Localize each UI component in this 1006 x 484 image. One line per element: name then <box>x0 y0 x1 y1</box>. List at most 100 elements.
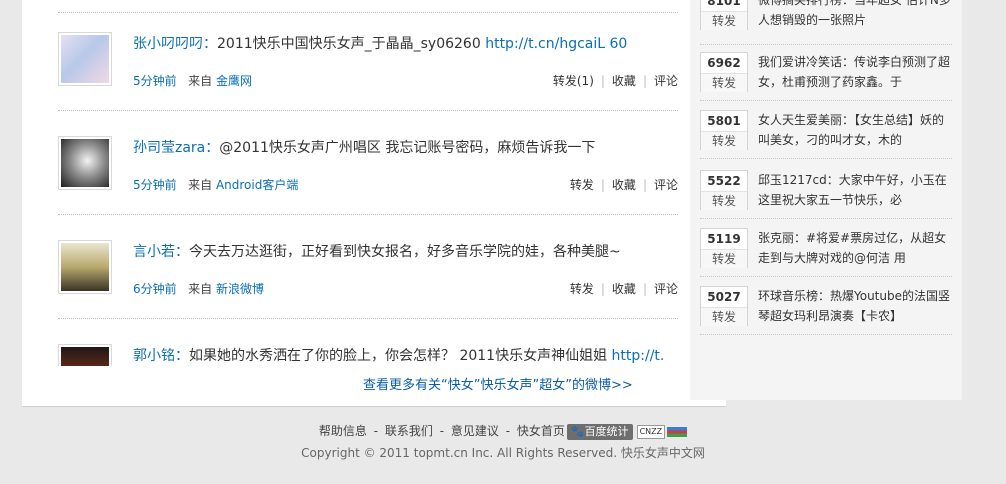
ranking-text[interactable]: 女人天生爱美丽：【女生总结】妖的叫美女，刁的叫才女，木的 <box>758 110 952 150</box>
footer-separator: - <box>501 424 514 438</box>
post-from-label: 来自 <box>188 282 213 296</box>
baidu-stats-badge[interactable]: 🐾百度统计 <box>566 423 633 440</box>
divider <box>700 44 952 45</box>
post-source[interactable]: 金鹰网 <box>216 74 252 88</box>
post-text: 郭小铭：如果她的水秀洒在了你的脸上，你会怎样？ 2011快乐女声神仙姐姐 htt… <box>133 346 678 366</box>
feed-post: 孙司莹zara：@2011快乐女声广州唱区 我忘记账号密码，麻烦告诉我一下 5分… <box>58 136 678 236</box>
divider <box>700 218 952 219</box>
post-body: 如果她的水秀洒在了你的脸上，你会怎样？ 2011快乐女声神仙姐姐 <box>189 348 612 364</box>
copyright-text: Copyright © 2011 topmt.cn Inc. All Right… <box>301 446 705 460</box>
footer-separator: - <box>369 424 382 438</box>
user-avatar[interactable] <box>58 136 112 190</box>
post-from-label: 来自 <box>188 178 213 192</box>
post-source[interactable]: 新浪微博 <box>216 282 264 296</box>
footer-link-help[interactable]: 帮助信息 <box>319 424 367 438</box>
post-username[interactable]: 郭小铭： <box>133 348 189 364</box>
ranking-text[interactable]: 我们爱讲冷笑话：传说李白预测了超女，杜甫预测了药家鑫。于 <box>758 52 952 92</box>
user-avatar[interactable] <box>58 32 112 86</box>
repost-button[interactable]: 转发 <box>570 178 594 192</box>
post-time[interactable]: 5分钟前 <box>133 178 177 192</box>
footer-link-contact[interactable]: 联系我们 <box>385 424 433 438</box>
repost-button[interactable]: 转发 <box>701 308 747 326</box>
ranking-text[interactable]: 张克丽：#将爱#票房过亿，从超女走到与大牌对戏的@何洁 用 <box>758 228 952 268</box>
post-actions: 转发 | 收藏 | 评论 <box>569 282 678 296</box>
divider <box>700 100 952 101</box>
feed-post: 言小若：今天去万达逛街，正好看到快女报名，好多音乐学院的娃，各种美腿~ 6分钟前… <box>58 240 678 340</box>
repost-count: 5522 <box>701 171 747 192</box>
ranking-text[interactable]: 微博搞笑排行榜：当年超女 估计N多人想销毁的一张照片 <box>758 0 952 30</box>
baidu-stats-label: 百度统计 <box>584 424 629 438</box>
repost-count: 8101 <box>701 0 747 12</box>
repost-button[interactable]: 转发 <box>701 12 747 30</box>
weibo-feed-card: 张小叼叼叼：2011快乐中国快乐女声_于晶晶_sy06260 http://t.… <box>22 0 726 406</box>
post-username[interactable]: 孙司莹zara： <box>133 140 219 156</box>
ranking-text[interactable]: 邱玉1217cd：大家中午好，小玉在这里祝大家五一节快乐，必 <box>758 170 952 210</box>
ranking-item: 6962 转发 我们爱讲冷笑话：传说李白预测了超女，杜甫预测了药家鑫。于 <box>700 48 952 104</box>
post-text: 张小叼叼叼：2011快乐中国快乐女声_于晶晶_sy06260 http://t.… <box>133 34 678 54</box>
ranking-text[interactable]: 环球音乐榜：热爆Youtube的法国竖琴超女玛利昂演奏【卡农】 <box>758 286 952 326</box>
post-username[interactable]: 张小叼叼叼： <box>133 36 217 52</box>
divider <box>58 214 678 215</box>
repost-count-box: 5027 转发 <box>700 286 748 326</box>
post-actions: 转发(1) | 收藏 | 评论 <box>552 74 678 88</box>
favorite-button[interactable]: 收藏 <box>612 178 636 192</box>
post-link[interactable]: http://t. <box>612 348 665 364</box>
divider <box>700 334 952 335</box>
repost-button[interactable]: 转发(1) <box>553 74 594 88</box>
post-text: 孙司莹zara：@2011快乐女声广州唱区 我忘记账号密码，麻烦告诉我一下 <box>133 138 678 158</box>
repost-count-box: 5801 转发 <box>700 110 748 150</box>
feed-post: 郭小铭：如果她的水秀洒在了你的脸上，你会怎样？ 2011快乐女声神仙姐姐 htt… <box>58 344 678 366</box>
repost-button[interactable]: 转发 <box>701 132 747 150</box>
ranking-item: 5027 转发 环球音乐榜：热爆Youtube的法国竖琴超女玛利昂演奏【卡农】 <box>700 282 952 338</box>
post-time[interactable]: 6分钟前 <box>133 282 177 296</box>
post-meta: 6分钟前 来自 新浪微博 <box>133 280 264 297</box>
ranking-item: 5119 转发 张克丽：#将爱#票房过亿，从超女走到与大牌对戏的@何洁 用 <box>700 224 952 280</box>
cnzz-stats-icon <box>667 426 688 437</box>
footer-links: 帮助信息 - 联系我们 - 意见建议 - 快女首页 🐾百度统计 CNZZ <box>0 422 1006 440</box>
repost-count-box: 5119 转发 <box>700 228 748 268</box>
more-weibo-link[interactable]: 查看更多有关“快女”快乐女声”超女”的微博>> <box>363 374 633 393</box>
divider <box>58 12 678 13</box>
repost-count-box: 6962 转发 <box>700 52 748 92</box>
footer-link-home[interactable]: 快女首页 <box>517 424 565 438</box>
repost-count: 6962 <box>701 53 747 74</box>
divider <box>700 158 952 159</box>
repost-count-box: 5522 转发 <box>700 170 748 210</box>
ranking-item: 8101 转发 微博搞笑排行榜：当年超女 估计N多人想销毁的一张照片 <box>700 0 952 42</box>
post-body: 今天去万达逛街，正好看到快女报名，好多音乐学院的娃，各种美腿~ <box>189 244 621 260</box>
user-avatar[interactable] <box>58 240 112 294</box>
footer-separator: - <box>435 424 448 438</box>
favorite-button[interactable]: 收藏 <box>612 74 636 88</box>
repost-count: 5801 <box>701 111 747 132</box>
user-avatar[interactable] <box>58 344 112 366</box>
ranking-item: 5801 转发 女人天生爱美丽：【女生总结】妖的叫美女，刁的叫才女，木的 <box>700 106 952 162</box>
post-from-label: 来自 <box>188 74 213 88</box>
repost-ranking-sidebar: 8101 转发 微博搞笑排行榜：当年超女 估计N多人想销毁的一张照片 6962 … <box>690 0 962 400</box>
post-username[interactable]: 言小若： <box>133 244 189 260</box>
post-link[interactable]: http://t.cn/hgcaiL 60 <box>485 36 627 52</box>
repost-button[interactable]: 转发 <box>701 250 747 268</box>
post-meta: 5分钟前 来自 Android客户端 <box>133 176 298 193</box>
ranking-item: 5522 转发 邱玉1217cd：大家中午好，小玉在这里祝大家五一节快乐，必 <box>700 166 952 222</box>
divider <box>700 276 952 277</box>
repost-button[interactable]: 转发 <box>570 282 594 296</box>
divider <box>58 110 678 111</box>
post-body: 2011快乐中国快乐女声_于晶晶_sy06260 <box>217 36 486 52</box>
post-time[interactable]: 5分钟前 <box>133 74 177 88</box>
divider <box>58 318 678 319</box>
post-meta: 5分钟前 来自 金鹰网 <box>133 72 252 89</box>
footer-link-feedback[interactable]: 意见建议 <box>451 424 499 438</box>
repost-button[interactable]: 转发 <box>701 192 747 210</box>
comment-button[interactable]: 评论 <box>654 282 678 296</box>
cnzz-badge[interactable]: CNZZ <box>636 424 666 439</box>
paw-icon: 🐾 <box>570 424 585 438</box>
favorite-button[interactable]: 收藏 <box>612 282 636 296</box>
post-actions: 转发 | 收藏 | 评论 <box>569 178 678 192</box>
repost-count: 5119 <box>701 229 747 250</box>
comment-button[interactable]: 评论 <box>654 74 678 88</box>
comment-button[interactable]: 评论 <box>654 178 678 192</box>
repost-button[interactable]: 转发 <box>701 74 747 92</box>
post-source[interactable]: Android客户端 <box>216 178 298 192</box>
repost-count-box: 8101 转发 <box>700 0 748 30</box>
post-text: 言小若：今天去万达逛街，正好看到快女报名，好多音乐学院的娃，各种美腿~ <box>133 242 678 262</box>
